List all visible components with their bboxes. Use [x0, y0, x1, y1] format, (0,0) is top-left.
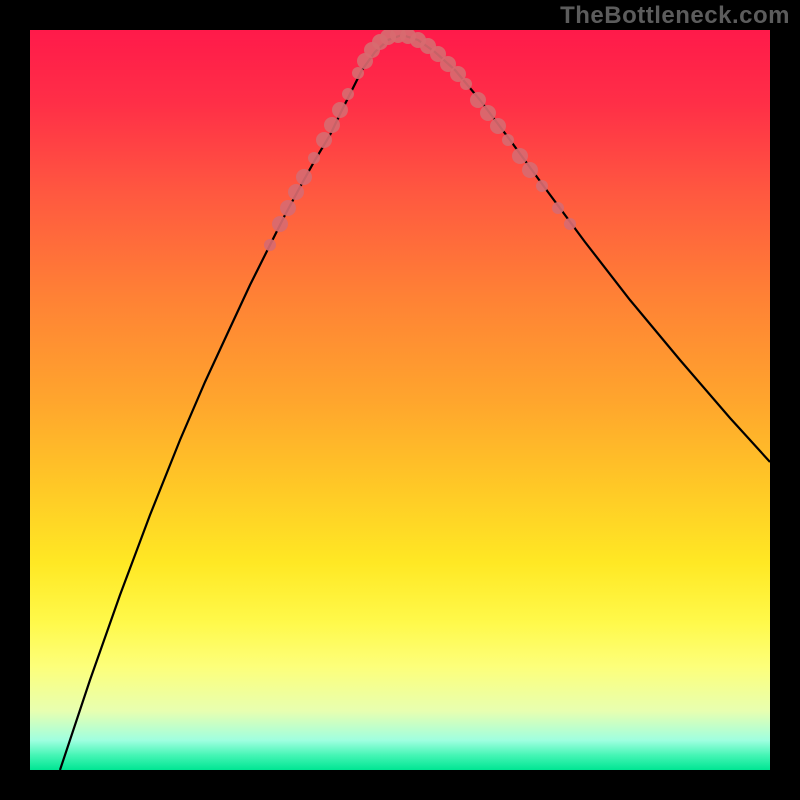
chart-svg	[30, 30, 770, 770]
curve-marker	[512, 148, 528, 164]
plot-area	[30, 30, 770, 770]
curve-marker	[296, 169, 312, 185]
curve-marker	[490, 118, 506, 134]
curve-marker	[272, 216, 288, 232]
curve-marker	[280, 200, 296, 216]
curve-markers	[264, 30, 576, 251]
curve-marker	[536, 180, 548, 192]
curve-marker	[352, 67, 364, 79]
curve-marker	[470, 92, 486, 108]
curve-marker	[480, 105, 496, 121]
curve-marker	[332, 102, 348, 118]
bottleneck-curve	[60, 35, 770, 770]
curve-marker	[502, 134, 514, 146]
curve-marker	[316, 132, 332, 148]
curve-marker	[342, 88, 354, 100]
curve-marker	[552, 202, 564, 214]
chart-stage: TheBottleneck.com	[0, 0, 800, 800]
curve-marker	[264, 239, 276, 251]
curve-marker	[522, 162, 538, 178]
curve-marker	[564, 218, 576, 230]
curve-marker	[460, 78, 472, 90]
watermark-text: TheBottleneck.com	[560, 2, 790, 30]
curve-marker	[308, 152, 320, 164]
curve-marker	[288, 184, 304, 200]
curve-marker	[324, 117, 340, 133]
